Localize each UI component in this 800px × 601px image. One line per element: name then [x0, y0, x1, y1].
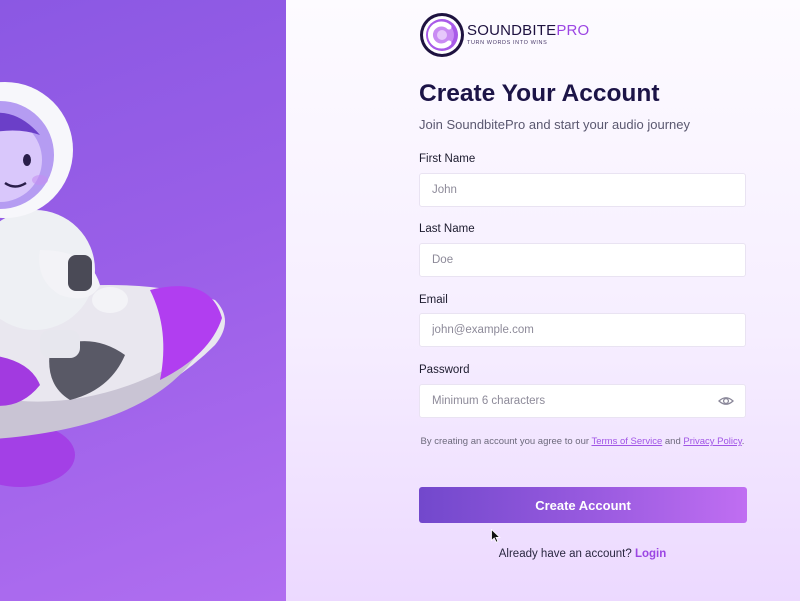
terms-of-service-link[interactable]: Terms of Service	[591, 436, 662, 447]
email-input[interactable]	[419, 313, 746, 347]
eye-icon[interactable]	[718, 393, 734, 409]
brand-tagline: TURN WORDS INTO WINS	[467, 40, 548, 46]
hero-panel	[0, 0, 286, 601]
login-link[interactable]: Login	[635, 548, 666, 560]
page-subtitle: Join SoundbitePro and start your audio j…	[419, 117, 691, 132]
signup-panel: SOUNDBITEPRO TURN WORDS INTO WINS Create…	[286, 0, 800, 601]
last-name-input[interactable]	[419, 243, 746, 277]
mouse-cursor-icon	[491, 529, 501, 543]
logo-c-icon	[420, 13, 464, 57]
astronaut-rocket-illustration	[0, 82, 225, 487]
first-name-label: First Name	[419, 153, 476, 165]
brand-name: SOUNDBITEPRO	[467, 22, 590, 39]
password-label: Password	[419, 364, 470, 376]
email-label: Email	[419, 294, 448, 306]
terms-notice: By creating an account you agree to our …	[420, 436, 745, 447]
brand-logo[interactable]: SOUNDBITEPRO TURN WORDS INTO WINS	[419, 12, 589, 58]
password-input[interactable]	[419, 384, 746, 418]
brand-name-accent: PRO	[556, 22, 590, 39]
privacy-policy-link[interactable]: Privacy Policy	[683, 436, 741, 447]
last-name-label: Last Name	[419, 223, 475, 235]
first-name-input[interactable]	[419, 173, 746, 207]
login-prompt: Already have an account? Login	[498, 548, 667, 560]
page-title: Create Your Account	[419, 80, 660, 107]
create-account-button[interactable]: Create Account	[419, 487, 747, 523]
